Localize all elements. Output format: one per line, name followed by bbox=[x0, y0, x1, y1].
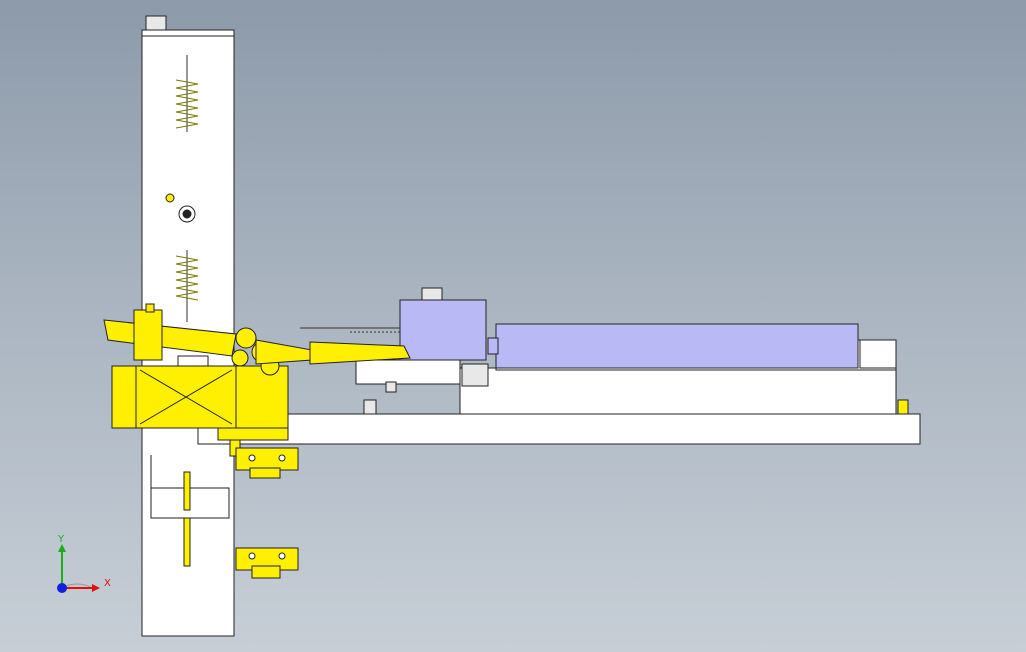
clamp-pad-upper[interactable] bbox=[235, 447, 299, 479]
axis-triad: X Y bbox=[57, 534, 111, 593]
set-screw-icon bbox=[165, 193, 175, 203]
bolt-hole-icon bbox=[178, 205, 196, 223]
z-axis-dot bbox=[57, 583, 67, 593]
cad-viewport[interactable]: X Y bbox=[0, 0, 1026, 652]
clamp-pad-lower[interactable] bbox=[235, 547, 299, 579]
assembly-model[interactable]: X Y bbox=[0, 0, 1026, 652]
y-axis-label: Y bbox=[57, 534, 65, 545]
air-cylinder[interactable] bbox=[487, 323, 859, 369]
x-axis-label: X bbox=[104, 578, 111, 589]
